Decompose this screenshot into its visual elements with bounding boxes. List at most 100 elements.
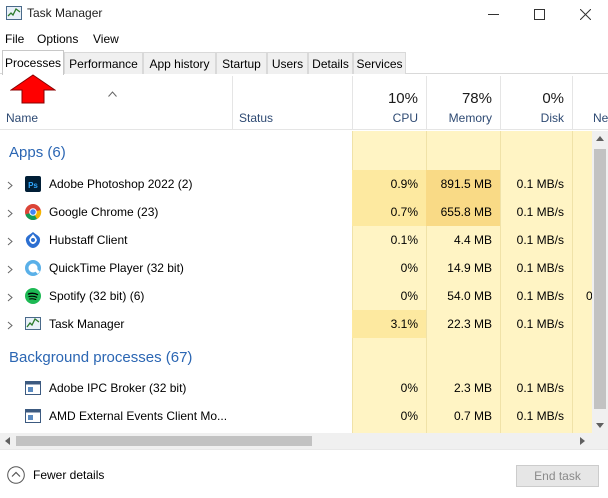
header-cpu[interactable]: 10% CPU: [352, 76, 426, 130]
tab-performance[interactable]: Performance: [64, 52, 143, 74]
header-disk-label: Disk: [540, 111, 564, 125]
process-name: AMD External Events Client Mo...: [49, 409, 228, 423]
process-cpu: 3.1%: [352, 310, 426, 338]
scroll-left-icon[interactable]: [5, 437, 10, 445]
chevron-right-icon[interactable]: [7, 207, 13, 221]
header-status-label: Status: [239, 111, 274, 125]
svg-text:Ps: Ps: [28, 181, 38, 190]
tab-users[interactable]: Users: [267, 52, 308, 74]
header-cpu-label: CPU: [392, 111, 418, 125]
minimize-button[interactable]: [470, 0, 516, 28]
chevron-right-icon[interactable]: [7, 179, 13, 193]
process-name: Hubstaff Client: [49, 233, 128, 247]
process-memory: 22.3 MB: [447, 317, 492, 331]
table-row[interactable]: Spotify (32 bit) (6) 0% 54.0 MB 0.1 MB/s…: [0, 282, 592, 310]
quicktime-icon: [24, 259, 42, 277]
table-row[interactable]: Adobe IPC Broker (32 bit) 0% 2.3 MB 0.1 …: [0, 374, 592, 402]
service-icon: [24, 407, 42, 425]
close-button[interactable]: [562, 0, 608, 28]
process-disk: 0.1 MB/s: [516, 177, 564, 191]
table-row[interactable]: Hubstaff Client 0.1% 4.4 MB 0.1 MB/s: [0, 226, 592, 254]
process-cpu: 0%: [400, 289, 418, 303]
service-icon: [24, 379, 42, 397]
tab-app-history[interactable]: App history: [143, 52, 216, 74]
fewer-details-button[interactable]: Fewer details: [7, 466, 104, 484]
maximize-icon: [533, 8, 545, 20]
footer: Fewer details End task: [0, 449, 608, 498]
process-memory: 655.8 MB: [426, 198, 500, 226]
process-list: Apps (6) Ps Adobe Photoshop 2022 (2) 0.9…: [0, 131, 592, 433]
tab-processes[interactable]: Processes: [2, 50, 64, 75]
chrome-icon: [24, 203, 42, 221]
header-disk-percent: 0%: [542, 90, 564, 107]
header-cpu-percent: 10%: [387, 90, 418, 107]
column-header: Name Status 10% CPU 78% Memory 0% Disk N…: [0, 76, 608, 130]
scroll-down-icon[interactable]: [596, 423, 604, 428]
process-name: Spotify (32 bit) (6): [49, 289, 145, 303]
task-manager-icon: [24, 315, 42, 333]
table-row[interactable]: Google Chrome (23) 0.7% 655.8 MB 0.1 MB/…: [0, 198, 592, 226]
process-name: QuickTime Player (32 bit): [49, 261, 184, 275]
group-header-apps[interactable]: Apps (6): [0, 139, 592, 167]
end-task-button[interactable]: End task: [516, 465, 599, 487]
tab-strip: Processes Performance App history Startu…: [0, 50, 608, 75]
process-memory: 891.5 MB: [426, 170, 500, 198]
table-row[interactable]: Ps Adobe Photoshop 2022 (2) 0.9% 891.5 M…: [0, 170, 592, 198]
header-memory-percent: 78%: [461, 90, 492, 107]
spotify-icon: [24, 287, 42, 305]
scroll-right-icon[interactable]: [580, 437, 585, 445]
menu-bar: File Options View: [0, 28, 608, 50]
minimize-icon: [487, 13, 499, 15]
header-name-label: Name: [6, 111, 39, 125]
chevron-right-icon[interactable]: [7, 235, 13, 249]
horizontal-scroll-thumb[interactable]: [16, 436, 312, 446]
process-disk: 0.1 MB/s: [516, 261, 564, 275]
menu-view[interactable]: View: [93, 32, 119, 46]
process-disk: 0.1 MB/s: [516, 233, 564, 247]
chevron-up-circle-icon: [7, 466, 25, 484]
header-memory[interactable]: 78% Memory: [426, 76, 500, 130]
tab-startup[interactable]: Startup: [216, 52, 267, 74]
header-disk[interactable]: 0% Disk: [500, 76, 572, 130]
title-bar: Task Manager: [0, 0, 608, 28]
process-memory: 2.3 MB: [453, 381, 492, 395]
horizontal-scrollbar[interactable]: [0, 433, 592, 449]
process-name: Adobe IPC Broker (32 bit): [49, 381, 187, 395]
process-cpu: 0%: [400, 381, 418, 395]
sort-caret-icon: [108, 86, 117, 100]
process-network: 0: [586, 289, 592, 303]
process-disk: 0.1 MB/s: [516, 381, 564, 395]
scroll-up-icon[interactable]: [596, 136, 604, 141]
process-cpu: 0.1%: [390, 233, 418, 247]
table-row[interactable]: QuickTime Player (32 bit) 0% 14.9 MB 0.1…: [0, 254, 592, 282]
chevron-right-icon[interactable]: [7, 263, 13, 277]
process-cpu: 0.9%: [352, 170, 426, 198]
process-cpu: 0.7%: [352, 198, 426, 226]
tab-details[interactable]: Details: [308, 52, 353, 74]
process-memory: 54.0 MB: [447, 289, 492, 303]
table-row[interactable]: Task Manager 3.1% 22.3 MB 0.1 MB/s: [0, 310, 592, 338]
table-row[interactable]: AMD External Events Client Mo... 0% 0.7 …: [0, 402, 592, 430]
header-network[interactable]: Ne: [572, 76, 608, 130]
process-name: Task Manager: [49, 317, 125, 331]
process-disk: 0.1 MB/s: [516, 317, 564, 331]
vertical-scroll-thumb[interactable]: [594, 149, 606, 409]
vertical-scrollbar[interactable]: [592, 131, 608, 433]
header-status[interactable]: Status: [232, 76, 352, 130]
process-cpu: 0%: [400, 261, 418, 275]
process-disk: 0.1 MB/s: [516, 205, 564, 219]
maximize-button[interactable]: [516, 0, 562, 28]
tab-services[interactable]: Services: [353, 52, 406, 74]
menu-file[interactable]: File: [5, 32, 24, 46]
scrollbar-corner: [592, 433, 608, 449]
hubstaff-icon: [24, 231, 42, 249]
chevron-right-icon[interactable]: [7, 291, 13, 305]
photoshop-icon: Ps: [24, 175, 42, 193]
group-header-background[interactable]: Background processes (67): [0, 344, 592, 372]
process-name: Google Chrome (23): [49, 205, 159, 219]
fewer-details-label: Fewer details: [33, 468, 105, 482]
red-arrow-annotation: [10, 74, 56, 104]
header-network-label: Ne: [593, 111, 608, 125]
menu-options[interactable]: Options: [37, 32, 78, 46]
chevron-right-icon[interactable]: [7, 319, 13, 333]
